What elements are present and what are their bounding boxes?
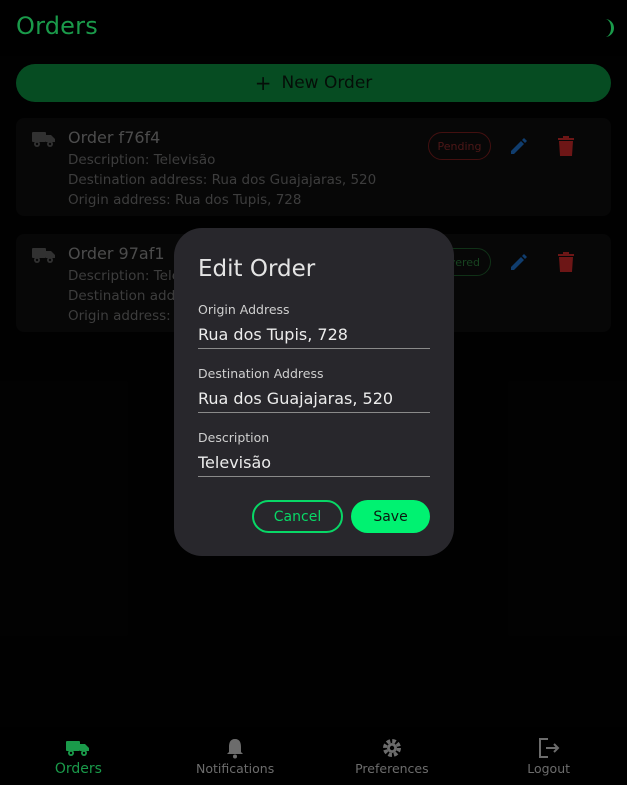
description-input[interactable] (198, 449, 430, 477)
nav-item-preferences[interactable]: Preferences (314, 727, 471, 785)
nav-item-notifications[interactable]: Notifications (157, 727, 314, 785)
top-app-bar: Orders (0, 0, 627, 56)
nav-label: Preferences (355, 761, 429, 776)
dialog-title: Edit Order (198, 256, 316, 282)
bottom-navigation: Orders Notifications Preferences Logout (0, 727, 627, 785)
origin-address-label: Origin Address (198, 302, 290, 317)
logout-icon (538, 738, 560, 758)
gear-icon (382, 739, 401, 757)
page-title: Orders (16, 12, 98, 40)
nav-item-logout[interactable]: Logout (470, 727, 627, 785)
origin-address-input[interactable] (198, 321, 430, 349)
nav-item-orders[interactable]: Orders (0, 727, 157, 785)
bell-icon (227, 739, 244, 759)
truck-icon (66, 741, 90, 756)
moon-icon[interactable] (595, 18, 615, 38)
destination-address-label: Destination Address (198, 366, 324, 381)
edit-order-dialog: Edit Order Origin Address Destination Ad… (174, 228, 454, 556)
save-button[interactable]: Save (351, 500, 430, 533)
destination-address-input[interactable] (198, 385, 430, 413)
nav-label: Orders (54, 761, 102, 777)
nav-label: Notifications (196, 761, 275, 776)
app: Orders + New Order Order f76f4 Descripti… (0, 0, 627, 785)
description-field: Description (198, 430, 430, 477)
destination-address-field: Destination Address (198, 366, 430, 413)
cancel-button[interactable]: Cancel (252, 500, 343, 533)
origin-address-field: Origin Address (198, 302, 430, 349)
description-label: Description (198, 430, 270, 445)
nav-label: Logout (527, 761, 571, 776)
